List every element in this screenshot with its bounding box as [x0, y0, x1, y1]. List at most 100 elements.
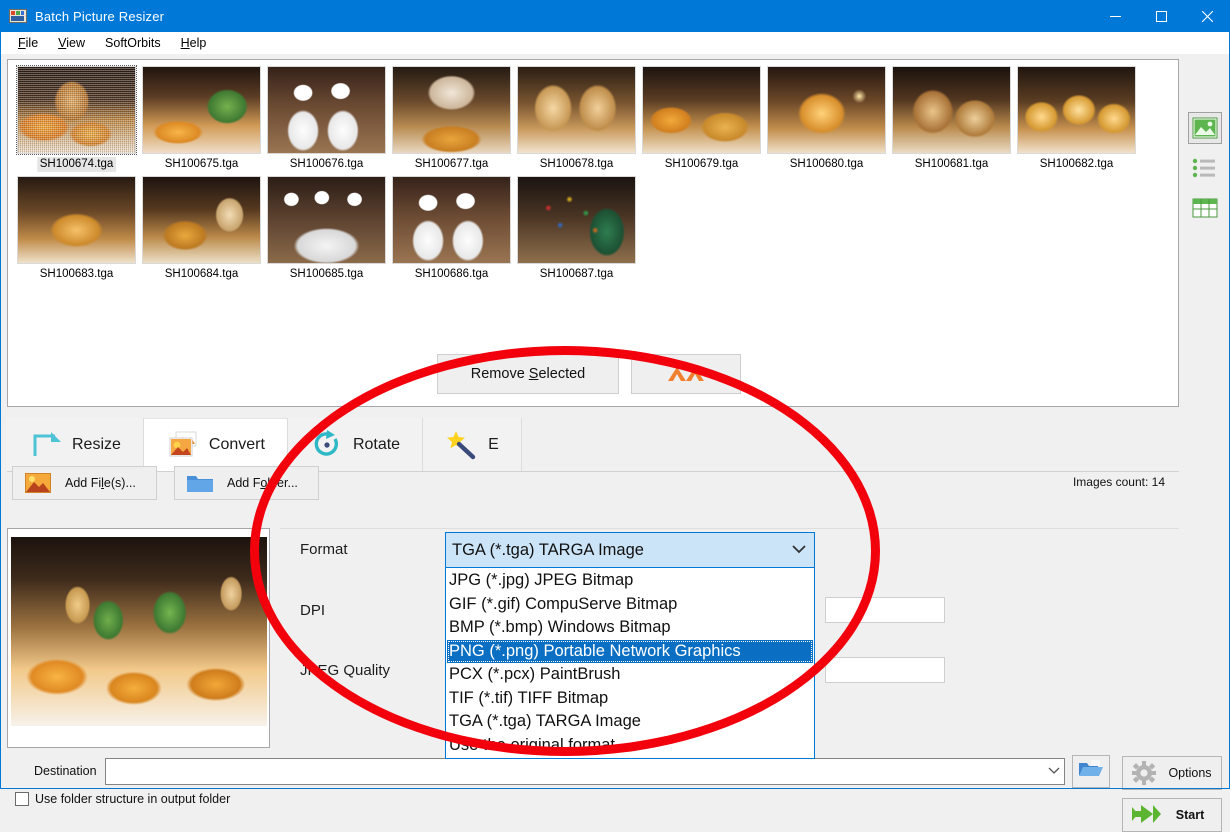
add-files-label: Add File(s)... [65, 476, 152, 490]
thumbnail-filename: SH100676.tga [264, 157, 389, 172]
options-button[interactable]: Options [1122, 756, 1222, 790]
thumbnail-image [392, 176, 511, 264]
use-folder-structure-checkbox[interactable] [15, 792, 29, 806]
images-count-label: Images count: 14 [1073, 475, 1165, 489]
panel-splitter[interactable] [272, 528, 278, 748]
list-view-icon[interactable] [1188, 152, 1222, 184]
chevron-down-icon [1044, 766, 1064, 778]
format-selected-value: TGA (*.tga) TARGA Image [452, 541, 790, 560]
thumbnail-item[interactable]: SH100677.tga [389, 66, 514, 172]
tab-rotate[interactable]: Rotate [288, 418, 423, 471]
tab-effects[interactable]: E [423, 418, 522, 471]
destination-combobox[interactable] [105, 758, 1065, 785]
thumbnail-filename: SH100675.tga [139, 157, 264, 172]
add-buttons-row: Add File(s)... Add Folder... Images coun… [7, 466, 1179, 502]
thumbnail-item[interactable]: SH100687.tga [514, 176, 639, 282]
rotate-circular-arrow-icon [310, 430, 344, 460]
format-dropdown-list[interactable]: JPG (*.jpg) JPEG BitmapGIF (*.gif) Compu… [445, 568, 815, 759]
thumbnail-filename: SH100674.tga [37, 157, 117, 172]
view-mode-toolbar [1186, 112, 1224, 232]
thumbnail-item[interactable]: SH100684.tga [139, 176, 264, 282]
thumbnail-image [392, 66, 511, 154]
thumbnail-image [767, 66, 886, 154]
thumbnail-item[interactable]: SH100679.tga [639, 66, 764, 172]
thumbnail-view-icon[interactable] [1188, 112, 1222, 144]
dpi-input[interactable] [825, 597, 945, 623]
thumbnail-image [142, 66, 261, 154]
thumbnail-filename: SH100686.tga [389, 267, 514, 282]
menu-file[interactable]: File [8, 34, 48, 52]
move-up-button[interactable] [631, 354, 741, 394]
thumbnail-item[interactable]: SH100683.tga [14, 176, 139, 282]
thumbnail-item[interactable]: SH100675.tga [139, 66, 264, 172]
thumbnail-item[interactable]: SH100674.tga [14, 66, 139, 172]
format-option[interactable]: TIF (*.tif) TIFF Bitmap [447, 687, 813, 711]
format-combobox[interactable]: TGA (*.tga) TARGA Image [445, 532, 815, 568]
browse-destination-button[interactable] [1072, 755, 1110, 788]
thumbnail-filename: SH100681.tga [889, 157, 1014, 172]
use-folder-structure-label: Use folder structure in output folder [35, 792, 230, 806]
remove-selected-button[interactable]: Remove Selected [437, 354, 619, 394]
destination-label: Destination [34, 764, 97, 778]
thumbnail-item[interactable]: SH100676.tga [264, 66, 389, 172]
thumbnail-item[interactable]: SH100681.tga [889, 66, 1014, 172]
format-option[interactable]: GIF (*.gif) CompuServe Bitmap [447, 593, 813, 617]
tab-effects-label: E [488, 436, 499, 454]
menu-view[interactable]: View [48, 34, 95, 52]
menu-help-rest: elp [190, 36, 207, 50]
chevron-down-icon [790, 541, 808, 560]
picture-icon [25, 473, 51, 493]
dither-overlay [18, 67, 135, 153]
add-files-button[interactable]: Add File(s)... [12, 466, 157, 500]
thumbnail-item[interactable]: SH100682.tga [1014, 66, 1139, 172]
maximize-button[interactable] [1138, 0, 1184, 32]
thumbnail-image [17, 66, 136, 154]
add-folder-label: Add Folder... [227, 476, 314, 490]
add-folder-button[interactable]: Add Folder... [174, 466, 319, 500]
magic-wand-icon [445, 430, 479, 460]
title-bar: Batch Picture Resizer [0, 0, 1230, 32]
format-option[interactable]: TGA (*.tga) TARGA Image [447, 710, 813, 734]
menu-help[interactable]: Help [171, 34, 217, 52]
destination-row: Destination [7, 754, 1179, 790]
thumbnail-item[interactable]: SH100685.tga [264, 176, 389, 282]
thumbnail-filename: SH100679.tga [639, 157, 764, 172]
format-option[interactable]: PCX (*.pcx) PaintBrush [447, 663, 813, 687]
thumbnail-filename: SH100680.tga [764, 157, 889, 172]
menu-view-rest: iew [66, 36, 85, 50]
start-button[interactable]: Start [1122, 798, 1222, 832]
format-option[interactable]: PNG (*.png) Portable Network Graphics [447, 640, 813, 664]
resize-arrow-icon [29, 430, 63, 460]
tab-convert[interactable]: Convert [144, 418, 288, 471]
thumbnail-item[interactable]: SH100680.tga [764, 66, 889, 172]
format-option[interactable]: Use the original format [447, 734, 813, 758]
thumbnail-filename: SH100678.tga [514, 157, 639, 172]
thumbnail-image [142, 176, 261, 264]
folder-icon [187, 473, 213, 493]
close-button[interactable] [1184, 0, 1230, 32]
thumbnail-image [642, 66, 761, 154]
options-label: Options [1167, 766, 1221, 780]
thumbnail-filename: SH100677.tga [389, 157, 514, 172]
jpeg-quality-input[interactable] [825, 657, 945, 683]
thumbnail-image [892, 66, 1011, 154]
thumbnail-filename: SH100683.tga [14, 267, 139, 282]
thumbnail-image [517, 66, 636, 154]
menu-softorbits[interactable]: SoftOrbits [95, 34, 171, 52]
format-option[interactable]: JPG (*.jpg) JPEG Bitmap [447, 569, 813, 593]
thumbnail-image [267, 66, 386, 154]
remove-selected-label: Remove Selected [471, 366, 585, 382]
minimize-button[interactable] [1092, 0, 1138, 32]
format-option[interactable]: BMP (*.bmp) Windows Bitmap [447, 616, 813, 640]
convert-images-icon [166, 430, 200, 460]
tab-resize[interactable]: Resize [7, 418, 144, 471]
orange-chevrons-icon [664, 361, 708, 387]
thumbnail-item[interactable]: SH100686.tga [389, 176, 514, 282]
grid-view-icon[interactable] [1188, 192, 1222, 224]
use-folder-structure-row[interactable]: Use folder structure in output folder [7, 792, 230, 806]
thumbnail-grid: SH100674.tgaSH100675.tgaSH100676.tgaSH10… [8, 60, 1178, 284]
preview-image [11, 537, 267, 726]
tab-rotate-label: Rotate [353, 436, 400, 454]
thumbnail-image [517, 176, 636, 264]
thumbnail-item[interactable]: SH100678.tga [514, 66, 639, 172]
